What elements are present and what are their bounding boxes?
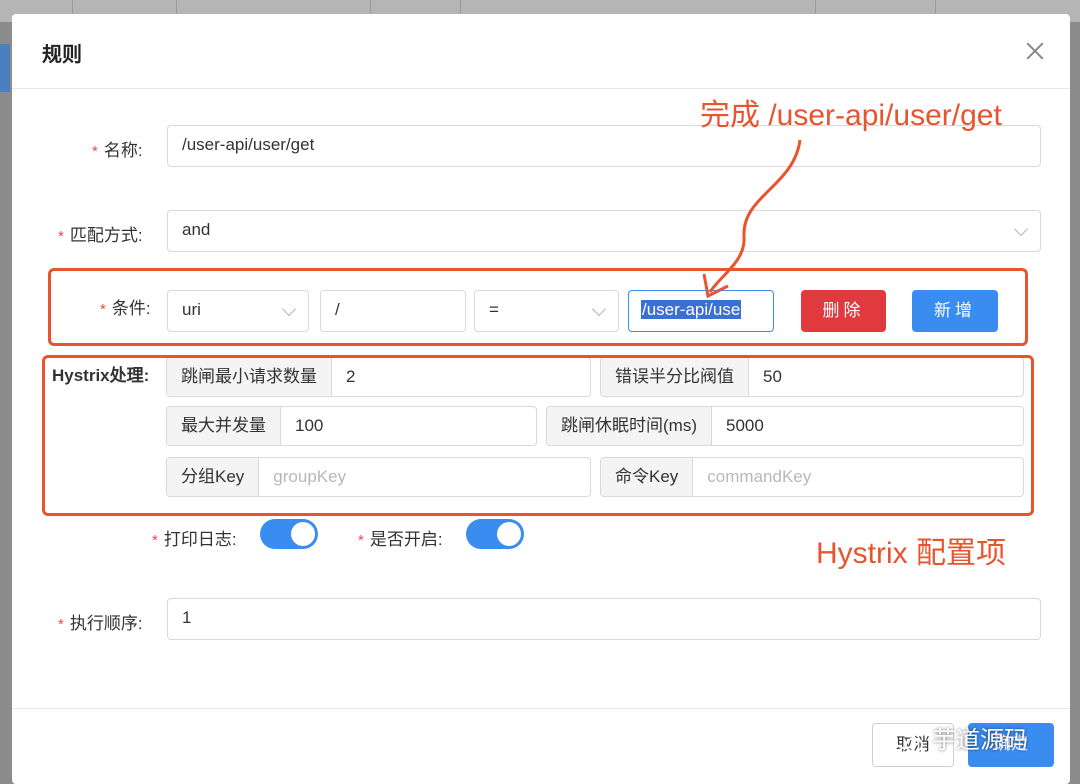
name-label: * 名称: [92, 136, 143, 161]
sort-input[interactable]: 1 [167, 598, 1041, 640]
enabled-switch[interactable] [466, 519, 524, 549]
close-icon[interactable] [1022, 38, 1048, 64]
enabled-label-text: 是否开启: [369, 530, 443, 549]
watermark-text: 芋道源码 [932, 727, 1028, 754]
print-log-switch[interactable] [260, 519, 318, 549]
annotation-bottom: Hystrix 配置项 [816, 537, 1006, 570]
required-mark: * [92, 143, 98, 160]
switch-knob [291, 522, 315, 546]
match-mode-label-text: 匹配方式: [69, 226, 143, 245]
conditions-highlight-box [48, 268, 1028, 346]
footer-divider [12, 708, 1070, 709]
required-mark: * [358, 532, 364, 549]
wechat-icon [894, 730, 923, 753]
rule-dialog: 规则 * 名称: /user-api/user/get * 匹配方式: and * 条… [12, 14, 1070, 784]
sort-label-text: 执行顺序: [69, 614, 143, 633]
hystrix-highlight-box [42, 355, 1034, 516]
chevron-down-icon [1013, 221, 1029, 237]
required-mark: * [58, 616, 64, 633]
title-divider [12, 88, 1070, 89]
print-log-label-text: 打印日志: [163, 530, 237, 549]
required-mark: * [152, 532, 158, 549]
dialog-title: 规则 [42, 44, 82, 66]
background-sidebar-tab [0, 44, 10, 92]
match-mode-label: * 匹配方式: [58, 221, 143, 246]
switch-knob [497, 522, 521, 546]
match-mode-value: and [182, 220, 211, 239]
annotation-arrow [702, 139, 802, 299]
required-mark: * [58, 228, 64, 245]
watermark: 芋道源码 [894, 720, 1028, 755]
print-log-label: * 打印日志: [152, 525, 237, 550]
name-label-text: 名称: [103, 141, 143, 160]
enabled-label: * 是否开启: [358, 525, 443, 550]
match-mode-select[interactable]: and [167, 210, 1041, 252]
sort-label: * 执行顺序: [58, 609, 143, 634]
